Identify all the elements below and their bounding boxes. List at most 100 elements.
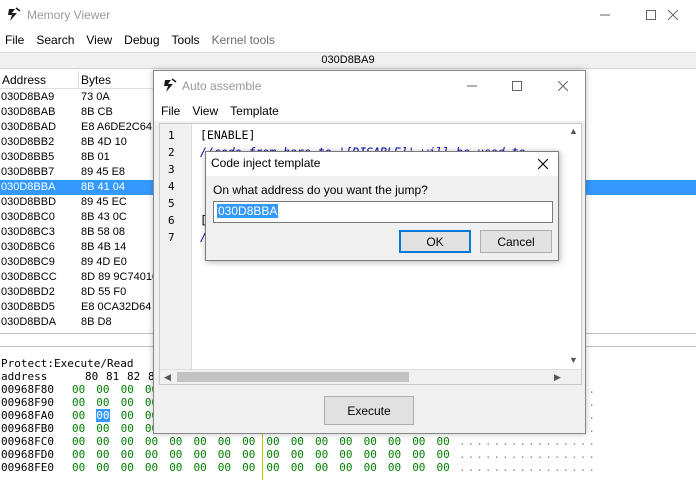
hex-byte-cell[interactable]: 00 (72, 448, 85, 461)
hex-byte-cell[interactable]: 00 (315, 461, 328, 474)
hex-byte-cell[interactable]: 00 (315, 435, 328, 448)
hex-byte-cell[interactable]: 00 (242, 461, 255, 474)
hex-byte-cell[interactable]: 00 (121, 409, 134, 422)
hex-byte-cell[interactable]: 00 (96, 461, 109, 474)
hex-byte-cell[interactable]: 00 (121, 422, 134, 435)
menu-file[interactable]: File (0, 30, 30, 50)
hex-row[interactable]: 00968FC0 00 00 00 00 00 00 00 00 00 00 00 00 00 00 00 00… (1, 435, 691, 448)
scroll-right-icon[interactable]: ▶ (550, 370, 565, 385)
hex-byte-cell[interactable]: 00 (339, 435, 352, 448)
hex-byte-cell[interactable]: 00 (412, 448, 425, 461)
hex-byte-cell[interactable]: 00 (437, 435, 450, 448)
code-line[interactable]: [ENABLE] (200, 127, 255, 144)
aa-menu-file[interactable]: File (154, 101, 186, 121)
hex-byte-cell[interactable]: 00 (437, 461, 450, 474)
hex-byte-cell[interactable]: 00 (266, 448, 279, 461)
hex-byte-cell[interactable]: 00 (72, 435, 85, 448)
hex-byte-cell[interactable]: 00 (72, 422, 85, 435)
row-bytes: E8 A6DE2C64 (81, 121, 152, 133)
hex-byte-cell[interactable]: 00 (96, 448, 109, 461)
hex-byte-cell[interactable]: 00 (72, 461, 85, 474)
hex-byte-cell[interactable]: 00 (72, 396, 85, 409)
menu-view[interactable]: View (80, 30, 118, 50)
hex-byte-cell[interactable]: 00 (96, 383, 109, 396)
hex-byte-cell[interactable]: 00 (121, 435, 134, 448)
hex-byte-cell[interactable]: 00 (388, 435, 401, 448)
hex-byte-cell[interactable]: 00 (266, 435, 279, 448)
dialog-titlebar[interactable]: Code inject template (206, 152, 558, 176)
row-address: 030D8BC9 (1, 256, 55, 268)
hex-byte-cell[interactable]: 00 (169, 448, 182, 461)
hex-byte-cell[interactable]: 00 (96, 435, 109, 448)
hex-byte-cell[interactable]: 00 (291, 448, 304, 461)
editor-horizontal-scrollbar[interactable]: ◀ ▶ (160, 369, 581, 384)
hex-byte-cell[interactable]: 00 (96, 409, 110, 422)
execute-button[interactable]: Execute (324, 396, 414, 425)
hex-byte-cell[interactable]: 00 (266, 461, 279, 474)
column-header-bytes[interactable]: Bytes (79, 71, 154, 89)
hex-row[interactable]: 00968FE0 00 00 00 00 00 00 00 00 00 00 00 00 00 00 00 00… (1, 461, 691, 474)
hex-byte-cell[interactable]: 00 (218, 448, 231, 461)
hex-byte-cell[interactable]: 00 (291, 435, 304, 448)
jump-address-input[interactable]: 030D8BBA (213, 201, 553, 223)
aa-maximize-button[interactable] (494, 71, 540, 101)
hex-byte-cell[interactable]: 00 (364, 435, 377, 448)
scroll-left-icon[interactable]: ◀ (160, 370, 175, 385)
hex-byte-cell[interactable]: 00 (145, 448, 158, 461)
hex-byte-cell[interactable]: 00 (339, 448, 352, 461)
hex-byte-cell[interactable]: 00 (194, 435, 207, 448)
hex-byte-cell[interactable]: 00 (194, 461, 207, 474)
aa-menu-template[interactable]: Template (224, 101, 285, 121)
hex-byte-cell[interactable]: 00 (145, 435, 158, 448)
close-button[interactable] (650, 0, 696, 30)
hex-byte-cell[interactable]: 00 (218, 461, 231, 474)
aa-minimize-button[interactable] (449, 71, 495, 101)
scroll-down-icon[interactable]: ▼ (566, 353, 581, 368)
hex-byte-cell[interactable]: 00 (169, 461, 182, 474)
hex-byte-cell[interactable]: 00 (145, 461, 158, 474)
hex-byte-cell[interactable]: 00 (315, 448, 328, 461)
menu-kernel-tools[interactable]: Kernel tools (206, 30, 281, 50)
row-bytes: 89 45 EC (81, 196, 127, 208)
hex-byte-cell[interactable]: 00 (121, 383, 134, 396)
scroll-up-icon[interactable]: ▲ (566, 124, 581, 139)
aa-menu-view[interactable]: View (186, 101, 224, 121)
hex-byte-cell[interactable]: 00 (121, 396, 134, 409)
editor-vertical-scrollbar[interactable]: ▲ ▼ (566, 124, 581, 370)
hex-byte-cell[interactable]: 00 (242, 435, 255, 448)
minimize-button[interactable] (582, 0, 628, 30)
hex-byte-cell[interactable]: 00 (364, 448, 377, 461)
hex-byte-cell[interactable]: 00 (72, 409, 85, 422)
hex-byte-cell[interactable]: 00 (218, 435, 231, 448)
menu-search[interactable]: Search (30, 30, 80, 50)
hex-byte-cell[interactable]: 00 (388, 448, 401, 461)
cancel-button[interactable]: Cancel (480, 230, 552, 253)
hex-byte-cell[interactable]: 00 (339, 461, 352, 474)
hex-byte-cell[interactable]: 00 (412, 461, 425, 474)
dialog-close-button[interactable] (532, 154, 554, 174)
hex-byte-cell[interactable]: 00 (291, 461, 304, 474)
hex-byte-cell[interactable]: 00 (121, 461, 134, 474)
ok-button[interactable]: OK (399, 230, 471, 253)
menu-debug[interactable]: Debug (118, 30, 165, 50)
hex-byte-cell[interactable]: 00 (242, 448, 255, 461)
hex-byte-cell[interactable]: 00 (412, 435, 425, 448)
hex-byte-cell[interactable]: 00 (169, 435, 182, 448)
hex-row[interactable]: 00968FD0 00 00 00 00 00 00 00 00 00 00 00 00 00 00 00 00… (1, 448, 691, 461)
hex-byte-cell[interactable]: 00 (121, 448, 134, 461)
column-header-address[interactable]: Address (0, 71, 79, 89)
hex-byte-cell[interactable]: 00 (72, 383, 85, 396)
hex-byte-cell[interactable]: 00 (96, 396, 109, 409)
row-address: 030D8BCC (1, 271, 57, 283)
menu-tools[interactable]: Tools (166, 30, 206, 50)
hex-byte-cell[interactable]: 00 (437, 448, 450, 461)
memory-viewer-titlebar[interactable]: Memory Viewer (0, 0, 696, 30)
auto-assemble-titlebar[interactable]: Auto assemble (154, 71, 585, 101)
hex-byte-cell[interactable]: 00 (388, 461, 401, 474)
hex-byte-cell[interactable]: 00 (96, 422, 109, 435)
line-number: 6 (168, 214, 175, 227)
hex-byte-cell[interactable]: 00 (364, 461, 377, 474)
horizontal-scroll-thumb[interactable] (177, 372, 409, 382)
aa-close-button[interactable] (540, 71, 586, 101)
hex-byte-cell[interactable]: 00 (194, 448, 207, 461)
